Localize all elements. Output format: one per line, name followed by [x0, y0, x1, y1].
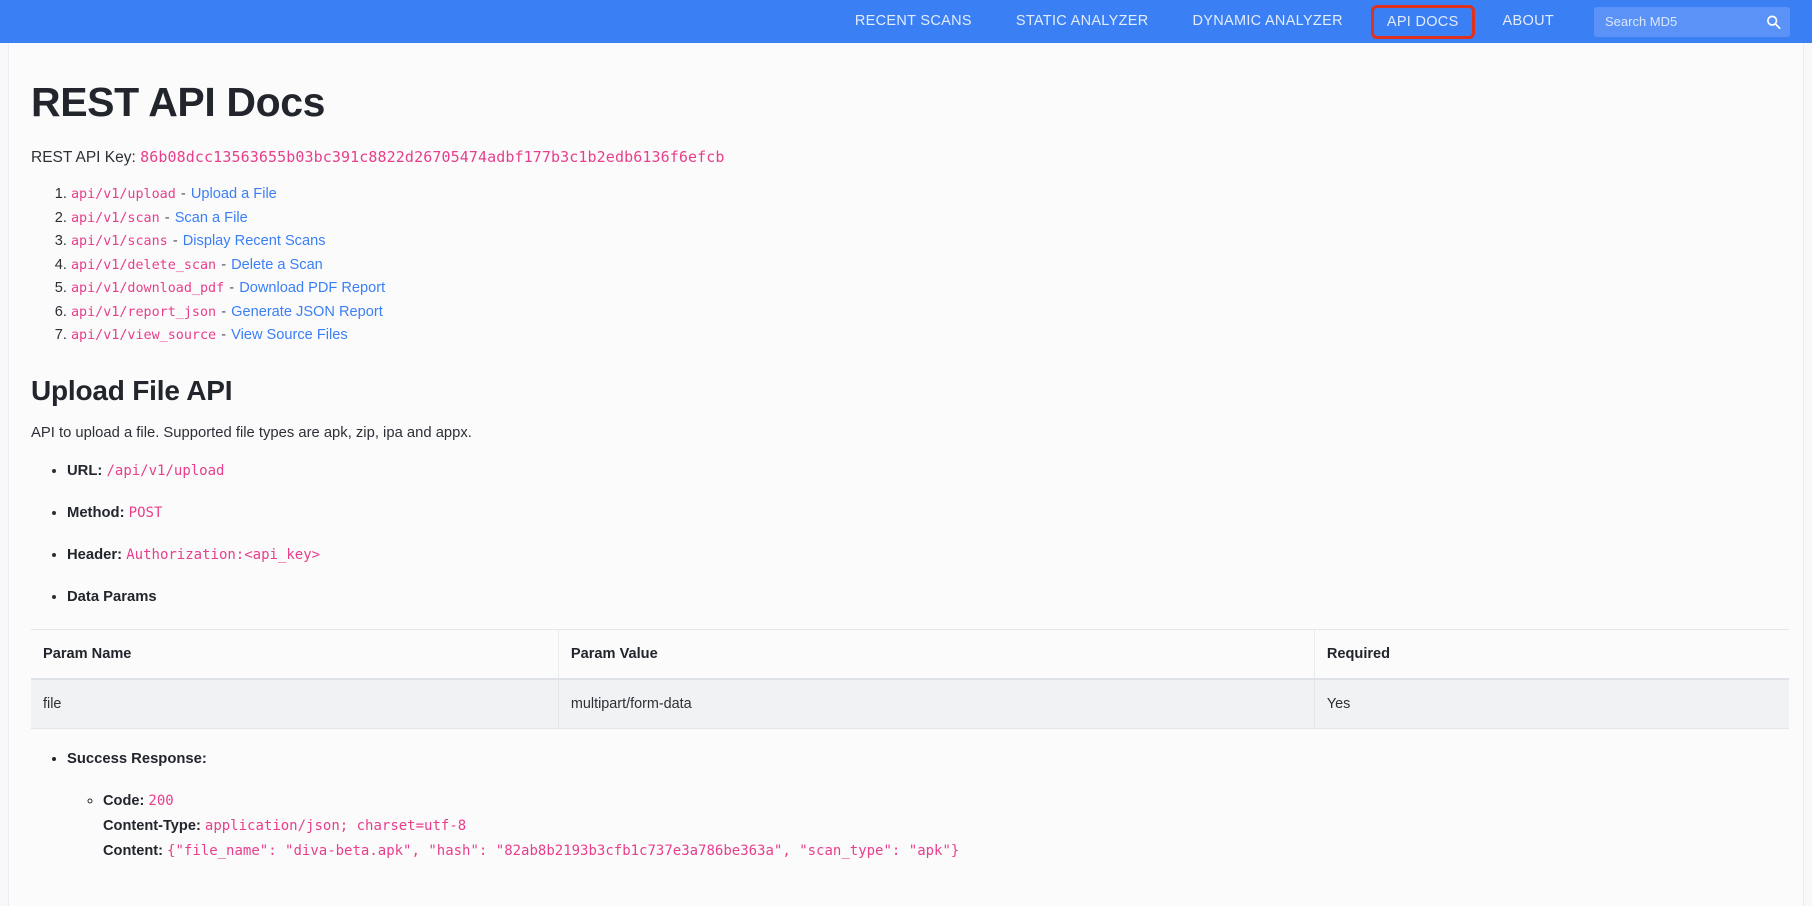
nav-links: RECENT SCANS STATIC ANALYZER DYNAMIC ANA…: [833, 0, 1576, 43]
endpoint-path: api/v1/delete_scan: [71, 257, 217, 273]
param-label: Data Params: [67, 589, 157, 605]
endpoint-separator: -: [229, 280, 235, 296]
response-content-line: Content: {"file_name": "diva-beta.apk", …: [103, 839, 1789, 864]
data-params-table: Param Name Param Value Required file mul…: [31, 629, 1789, 729]
api-key-label: REST API Key:: [31, 149, 136, 166]
top-navbar: RECENT SCANS STATIC ANALYZER DYNAMIC ANA…: [0, 0, 1812, 43]
list-item: api/v1/download_pdf - Download PDF Repor…: [71, 277, 1789, 300]
endpoint-path: api/v1/view_source: [71, 328, 217, 343]
success-response-list: Success Response: Code: 200 Content-Type…: [31, 751, 1789, 864]
endpoint-separator: -: [221, 327, 227, 343]
api-key-line: REST API Key: 86b08dcc13563655b03bc391c8…: [31, 148, 1789, 167]
param-value: /api/v1/upload: [106, 463, 225, 479]
response-content-value: {"file_name": "diva-beta.apk", "hash": "…: [167, 843, 960, 859]
search-icon[interactable]: [1766, 14, 1781, 29]
endpoint-link[interactable]: Upload a File: [191, 186, 277, 202]
list-item: api/v1/delete_scan - Delete a Scan: [71, 254, 1789, 277]
success-response-details: Code: 200 Content-Type: application/json…: [67, 789, 1789, 864]
endpoint-path: api/v1/scan: [71, 210, 160, 226]
list-item: api/v1/upload - Upload a File: [71, 183, 1789, 206]
response-content-type-label: Content-Type:: [103, 818, 201, 834]
nav-link-about[interactable]: ABOUT: [1481, 0, 1576, 43]
list-item: api/v1/scan - Scan a File: [71, 207, 1789, 230]
upload-params-list: URL: /api/v1/upload Method: POST Header:…: [31, 461, 1789, 607]
endpoint-link[interactable]: View Source Files: [231, 327, 348, 343]
endpoint-separator: -: [221, 256, 227, 273]
endpoint-link[interactable]: Delete a Scan: [231, 257, 323, 273]
api-key-value: 86b08dcc13563655b03bc391c8822d26705474ad…: [140, 148, 725, 166]
endpoint-link[interactable]: Display Recent Scans: [183, 233, 326, 249]
upload-description: API to upload a file. Supported file typ…: [31, 425, 472, 441]
success-response-label: Success Response:: [67, 751, 207, 767]
cell-param-value: multipart/form-data: [558, 679, 1315, 729]
nav-link-static-analyzer[interactable]: STATIC ANALYZER: [994, 0, 1171, 43]
endpoint-path: api/v1/download_pdf: [71, 281, 225, 296]
response-code-label: Code:: [103, 793, 145, 809]
search-box: [1594, 6, 1790, 37]
response-content-type-value: application/json; charset=utf-8: [204, 818, 467, 834]
param-value: POST: [128, 505, 163, 521]
list-item: api/v1/view_source - View Source Files: [71, 324, 1789, 347]
endpoint-link[interactable]: Generate JSON Report: [231, 304, 383, 320]
endpoint-path: api/v1/scans: [71, 234, 168, 249]
endpoint-separator: -: [180, 186, 186, 202]
content-card: REST API Docs REST API Key: 86b08dcc1356…: [8, 43, 1804, 906]
table-row: file multipart/form-data Yes: [31, 679, 1789, 729]
cell-required: Yes: [1314, 679, 1789, 729]
param-header: Header: Authorization:<api_key>: [67, 545, 1789, 565]
response-content-label: Content:: [103, 843, 163, 859]
endpoint-separator: -: [172, 233, 178, 249]
column-header-param-value: Param Value: [558, 629, 1315, 680]
list-item: api/v1/scans - Display Recent Scans: [71, 230, 1789, 253]
response-content-type-line: Content-Type: application/json; charset=…: [103, 814, 1789, 839]
endpoint-link[interactable]: Download PDF Report: [239, 280, 385, 296]
endpoint-path: api/v1/upload: [71, 187, 176, 202]
endpoint-list: api/v1/upload - Upload a File api/v1/sca…: [31, 183, 1789, 347]
search-input[interactable]: [1594, 6, 1790, 37]
param-value: Authorization:<api_key>: [126, 547, 321, 563]
nav-link-api-docs[interactable]: API DOCS: [1370, 4, 1475, 39]
nav-link-recent-scans[interactable]: RECENT SCANS: [833, 0, 994, 43]
param-method: Method: POST: [67, 503, 1789, 523]
endpoint-link[interactable]: Scan a File: [175, 210, 248, 226]
column-header-required: Required: [1314, 629, 1789, 680]
response-code-value: 200: [148, 793, 174, 809]
nav-link-dynamic-analyzer[interactable]: DYNAMIC ANALYZER: [1170, 0, 1364, 43]
list-item: api/v1/report_json - Generate JSON Repor…: [71, 301, 1789, 324]
param-data-params: Data Params: [67, 587, 1789, 607]
param-url: URL: /api/v1/upload: [67, 461, 1789, 481]
content-inner: REST API Docs REST API Key: 86b08dcc1356…: [9, 79, 1803, 864]
page-title: REST API Docs: [31, 79, 326, 125]
endpoint-separator: -: [221, 303, 227, 320]
section-title-upload-file-api: Upload File API: [31, 375, 233, 406]
endpoint-path: api/v1/report_json: [71, 304, 217, 320]
response-code-line: Code: 200: [103, 789, 1789, 814]
param-label: Method:: [67, 505, 125, 521]
endpoint-separator: -: [164, 209, 170, 226]
cell-param-name: file: [31, 679, 559, 729]
table-header-row: Param Name Param Value Required: [31, 629, 1789, 680]
page-background: REST API Docs REST API Key: 86b08dcc1356…: [0, 43, 1812, 906]
success-response-item: Success Response: Code: 200 Content-Type…: [67, 751, 1789, 864]
response-detail: Code: 200 Content-Type: application/json…: [103, 789, 1789, 864]
param-label: Header:: [67, 547, 123, 563]
column-header-param-name: Param Name: [31, 629, 559, 680]
param-label: URL:: [67, 463, 103, 479]
